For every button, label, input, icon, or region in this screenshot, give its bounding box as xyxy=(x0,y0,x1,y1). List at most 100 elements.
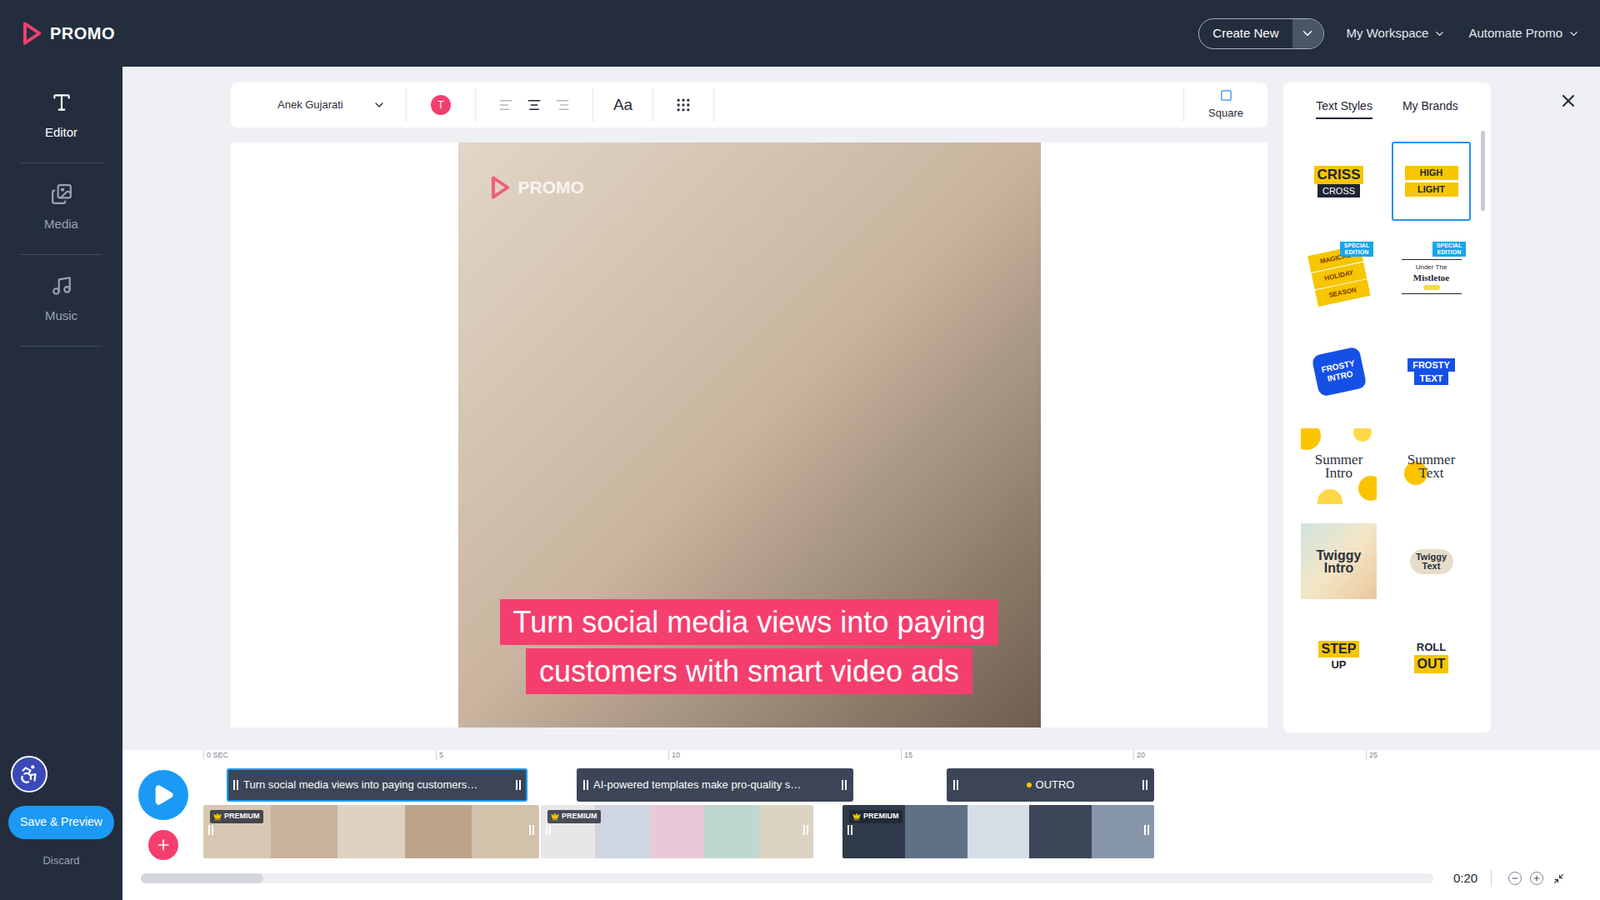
clip-thumbnail xyxy=(270,805,339,859)
clip-handle[interactable] xyxy=(948,780,964,790)
promo-logo-icon xyxy=(488,175,512,200)
clip-thumbnail xyxy=(1029,805,1092,859)
clip-handle[interactable] xyxy=(524,825,540,835)
text-style-item[interactable]: TwiggyText xyxy=(1391,521,1471,601)
chevron-down-icon xyxy=(1433,27,1446,40)
align-icon xyxy=(555,97,570,113)
accessibility-button[interactable] xyxy=(10,755,48,793)
clip-handle[interactable] xyxy=(228,780,244,790)
text-style-item[interactable]: CRISSCROSS xyxy=(1299,141,1379,221)
fit-button[interactable] xyxy=(1551,871,1565,885)
align-button[interactable] xyxy=(498,97,514,113)
caption-line: customers with smart video ads xyxy=(525,648,973,695)
save-preview-button[interactable]: Save & Preview xyxy=(8,805,115,840)
accessibility-icon xyxy=(18,763,40,785)
text-clip[interactable]: Turn social media views into paying cust… xyxy=(226,768,528,802)
clip-handle[interactable] xyxy=(842,825,858,835)
video-preview[interactable]: PROMO Turn social media views into paying… xyxy=(458,142,1041,728)
chevron-down-icon xyxy=(1300,25,1315,41)
format-button[interactable]: Square xyxy=(1184,89,1268,122)
text-track: Turn social media views into paying cust… xyxy=(203,768,1600,802)
sidebar: EditorMediaMusic Save & Preview Discard xyxy=(0,66,123,900)
create-new-button[interactable]: Create New xyxy=(1198,18,1324,50)
align-button[interactable] xyxy=(526,97,542,113)
special-edition-badge: SPECIAL EDITION xyxy=(1340,241,1374,257)
crown-icon xyxy=(213,812,222,821)
video-clip[interactable]: PREMIUM xyxy=(203,805,540,859)
sidebar-item-icon xyxy=(50,275,73,297)
premium-badge: PREMIUM xyxy=(210,810,264,824)
text-clip[interactable]: OUTRO xyxy=(946,768,1155,802)
zoom-in-button[interactable] xyxy=(1530,871,1544,885)
video-clip[interactable]: PREMIUM xyxy=(540,805,814,859)
text-style-item[interactable]: ROLLOUT xyxy=(1391,616,1471,696)
clip-thumbnail xyxy=(704,805,759,859)
align-button[interactable] xyxy=(555,97,570,113)
text-clip[interactable]: AI-powered templates make pro-quality s… xyxy=(576,768,854,802)
premium-badge: PREMIUM xyxy=(849,810,903,824)
scrollbar-thumb[interactable] xyxy=(140,873,264,884)
timeline-scrollbar[interactable] xyxy=(140,873,1434,884)
chevron-down-icon xyxy=(1567,27,1580,40)
video-track: PREMIUM PREMIUM PREMIUM xyxy=(203,805,1600,859)
text-style-item[interactable]: SummerIntro xyxy=(1299,426,1379,506)
chevron-down-icon xyxy=(372,98,386,112)
crown-icon xyxy=(852,812,861,821)
font-select[interactable]: Anek Gujarati xyxy=(230,96,406,114)
text-size-button[interactable]: Aa xyxy=(593,93,653,118)
plus-icon xyxy=(155,836,172,854)
watermark: PROMO xyxy=(488,174,1041,201)
clip-handle[interactable] xyxy=(540,825,556,835)
top-bar: PROMO Create New My Workspace Automate Prom… xyxy=(0,0,1600,67)
clip-handle[interactable] xyxy=(203,825,219,835)
clip-handle[interactable] xyxy=(1137,780,1153,790)
sidebar-item[interactable]: Media xyxy=(20,163,103,255)
text-style-item[interactable]: SummerText xyxy=(1391,426,1471,506)
app: PROMO Create New My Workspace Automate Prom… xyxy=(0,0,1600,900)
crown-icon xyxy=(550,812,560,821)
time-ruler: 0 SEC510152025 xyxy=(203,750,1600,769)
special-edition-badge: SPECIAL EDITION xyxy=(1432,241,1466,257)
play-button[interactable] xyxy=(138,770,189,820)
text-style-item[interactable]: MAGICALHOLIDAYSEASONSPECIAL EDITION xyxy=(1299,236,1379,316)
text-style-item[interactable]: TwiggyIntro xyxy=(1299,521,1379,601)
grid-button[interactable] xyxy=(653,96,714,114)
text-style-item[interactable]: FROSTYTEXT xyxy=(1391,331,1471,411)
style-panel: Text Styles My Brands CRISSCROSSHIGHLIGHTM… xyxy=(1283,82,1491,733)
panel-tab[interactable]: My Brands xyxy=(1402,97,1459,120)
top-menu[interactable]: Automate Promo xyxy=(1468,24,1580,44)
clip-thumbnail xyxy=(595,805,650,859)
clip-handle[interactable] xyxy=(578,780,594,790)
sidebar-item[interactable]: Editor xyxy=(20,71,103,164)
close-icon[interactable] xyxy=(1558,90,1579,111)
clip-handle[interactable] xyxy=(510,780,526,790)
text-style-item[interactable]: STEPUP xyxy=(1299,616,1379,696)
video-clip[interactable]: PREMIUM xyxy=(842,805,1155,859)
clip-handle[interactable] xyxy=(836,780,852,790)
logo[interactable]: PROMO xyxy=(20,20,115,46)
clip-thumbnail xyxy=(337,805,405,859)
text-style-item[interactable]: FROSTYINTRO xyxy=(1299,331,1379,411)
workspace: Anek Gujarati T Aa Square PROMO Turn social m… xyxy=(122,66,1600,750)
text-color-swatch[interactable]: T xyxy=(430,95,451,115)
discard-button[interactable]: Discard xyxy=(0,852,123,870)
caption[interactable]: Turn social media views into payingcusto… xyxy=(458,599,1041,695)
top-menu[interactable]: My Workspace xyxy=(1346,24,1447,44)
clip-thumbnail xyxy=(905,805,968,859)
panel-scrollbar[interactable] xyxy=(1480,130,1485,211)
clip-handle[interactable] xyxy=(1139,825,1155,835)
timeline: 0 SEC510152025Turn social media views in… xyxy=(122,750,1600,900)
canvas: PROMO Turn social media views into paying… xyxy=(230,142,1268,728)
sidebar-item-icon xyxy=(50,183,73,205)
clip-handle[interactable] xyxy=(798,825,814,835)
sidebar-item[interactable]: Music xyxy=(20,255,103,347)
text-style-item[interactable]: Under TheMistletoeSPECIAL EDITION xyxy=(1391,236,1471,316)
clip-thumbnail xyxy=(405,805,473,859)
add-button[interactable] xyxy=(148,830,179,860)
minus-icon xyxy=(1510,874,1520,883)
zoom-out-button[interactable] xyxy=(1508,871,1522,885)
text-style-item[interactable]: HIGHLIGHT xyxy=(1391,141,1471,221)
caption-line: Turn social media views into paying xyxy=(500,599,1000,645)
square-icon xyxy=(1220,89,1233,102)
panel-tab[interactable]: Text Styles xyxy=(1315,97,1373,120)
